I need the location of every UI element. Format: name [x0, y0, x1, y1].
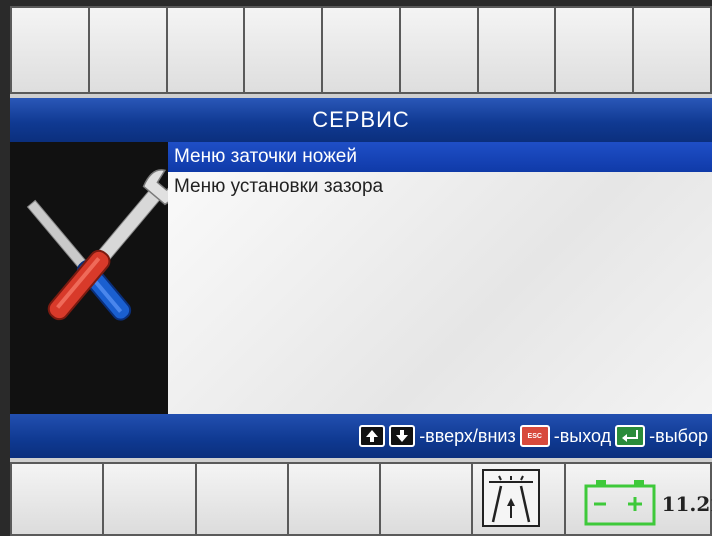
- bottom-softkey-5[interactable]: [379, 462, 474, 536]
- exit-hint-label: -выход: [553, 425, 612, 446]
- top-softkey-9[interactable]: [632, 6, 712, 94]
- top-softkey-3[interactable]: [165, 6, 246, 94]
- device-screen: СЕРВИС Меню заточки ножей Меню установки…: [10, 6, 712, 536]
- top-softkey-7[interactable]: [476, 6, 557, 94]
- content-area: Меню заточки ножей Меню установки зазора: [10, 142, 712, 414]
- bottom-softkey-3[interactable]: [194, 462, 289, 536]
- esc-key-icon: ESC: [519, 425, 550, 447]
- select-hint-label: -выбор: [649, 425, 708, 446]
- bottom-softkey-row: 11.2В: [10, 462, 712, 536]
- top-softkey-row: [10, 6, 712, 94]
- title-bar: СЕРВИС: [10, 98, 712, 142]
- page-title: СЕРВИС: [312, 107, 410, 132]
- hint-bar: -вверх/вниз ESC -выход -выбор: [10, 414, 712, 458]
- road-mode-icon: [482, 469, 541, 527]
- bottom-softkey-1[interactable]: [10, 462, 105, 536]
- battery-status: 11.2В: [563, 462, 712, 536]
- arrow-up-icon: [359, 425, 386, 447]
- bottom-softkey-road-mode[interactable]: [471, 462, 566, 536]
- top-softkey-8[interactable]: [554, 6, 635, 94]
- wrench-screwdriver-icon: [26, 169, 180, 321]
- arrow-down-icon: [389, 425, 416, 447]
- menu-item-gap-setting[interactable]: Меню установки зазора: [168, 172, 712, 202]
- top-softkey-4[interactable]: [243, 6, 324, 94]
- battery-voltage: 11.2В: [662, 492, 712, 516]
- battery-voltage-value: 11.2: [661, 492, 711, 516]
- top-softkey-2[interactable]: [87, 6, 168, 94]
- top-softkey-6[interactable]: [398, 6, 479, 94]
- bottom-softkey-2[interactable]: [102, 462, 197, 536]
- updown-hint-label: -вверх/вниз: [419, 425, 516, 446]
- top-softkey-5[interactable]: [321, 6, 401, 94]
- service-menu: Меню заточки ножей Меню установки зазора: [168, 142, 712, 414]
- service-tools-panel: [10, 142, 180, 414]
- bottom-softkey-4[interactable]: [286, 462, 382, 536]
- menu-item-knife-sharpening[interactable]: Меню заточки ножей: [168, 142, 712, 172]
- top-softkey-1[interactable]: [10, 6, 90, 94]
- enter-icon: [615, 425, 646, 447]
- battery-icon: [584, 480, 656, 526]
